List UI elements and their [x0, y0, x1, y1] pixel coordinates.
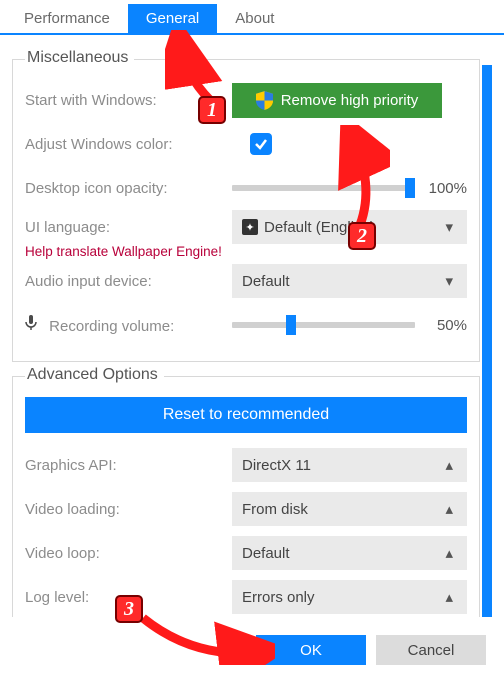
video-loading-select[interactable]: From disk ▴: [232, 492, 467, 526]
mic-icon: [25, 315, 37, 335]
caret-down-icon: ▾: [441, 272, 457, 290]
group-title-misc: Miscellaneous: [25, 49, 134, 67]
caret-up-icon: ▴: [441, 544, 457, 562]
globe-icon: ✦: [242, 219, 258, 235]
label-ui-language: UI language:: [25, 219, 232, 236]
annotation-arrow-2: [330, 125, 390, 235]
scrollbar[interactable]: [482, 65, 492, 617]
tab-performance[interactable]: Performance: [6, 4, 128, 33]
remove-priority-label: Remove high priority: [281, 92, 419, 109]
label-recording-volume: Recording volume:: [25, 315, 232, 335]
annotation-number-1: 1: [198, 96, 226, 124]
group-advanced: Advanced Options Reset to recommended Gr…: [12, 376, 480, 617]
translate-link[interactable]: Help translate Wallpaper Engine!: [25, 244, 467, 259]
remove-high-priority-button[interactable]: Remove high priority: [232, 83, 442, 118]
graphics-api-select[interactable]: DirectX 11 ▴: [232, 448, 467, 482]
video-loop-value: Default: [242, 545, 290, 562]
dialog-footer: OK Cancel: [256, 635, 486, 665]
label-desktop-opacity: Desktop icon opacity:: [25, 180, 232, 197]
label-adjust-color: Adjust Windows color:: [25, 136, 232, 153]
video-loading-value: From disk: [242, 501, 308, 518]
cancel-button[interactable]: Cancel: [376, 635, 486, 665]
volume-slider-thumb[interactable]: [286, 315, 296, 335]
graphics-api-value: DirectX 11: [242, 457, 311, 474]
content-area: Miscellaneous Start with Windows: Remove…: [0, 35, 504, 617]
label-graphics-api: Graphics API:: [25, 457, 232, 474]
volume-slider[interactable]: [232, 322, 415, 328]
annotation-arrow-3: [135, 610, 275, 665]
tab-general[interactable]: General: [128, 4, 217, 33]
opacity-value: 100%: [423, 180, 467, 197]
label-video-loading: Video loading:: [25, 501, 232, 518]
caret-up-icon: ▴: [441, 588, 457, 606]
group-title-advanced: Advanced Options: [25, 366, 164, 384]
adjust-color-checkbox[interactable]: [250, 133, 272, 155]
check-icon: [254, 137, 268, 151]
shield-icon: [256, 91, 273, 110]
audio-device-select[interactable]: Default ▾: [232, 264, 467, 298]
reset-button[interactable]: Reset to recommended: [25, 397, 467, 433]
group-miscellaneous: Miscellaneous Start with Windows: Remove…: [12, 59, 480, 362]
volume-value: 50%: [423, 317, 467, 334]
audio-device-value: Default: [242, 273, 290, 290]
opacity-slider-thumb[interactable]: [405, 178, 415, 198]
tabs-bar: Performance General About: [0, 0, 504, 35]
caret-up-icon: ▴: [441, 500, 457, 518]
log-level-select[interactable]: Errors only ▴: [232, 580, 467, 614]
recording-volume-text: Recording volume:: [49, 318, 174, 335]
tab-about[interactable]: About: [217, 4, 292, 33]
caret-up-icon: ▴: [441, 456, 457, 474]
log-level-value: Errors only: [242, 589, 315, 606]
video-loop-select[interactable]: Default ▴: [232, 536, 467, 570]
label-audio-device: Audio input device:: [25, 273, 232, 290]
label-video-loop: Video loop:: [25, 545, 232, 562]
caret-down-icon: ▾: [441, 218, 457, 236]
annotation-number-2: 2: [348, 222, 376, 250]
annotation-number-3: 3: [115, 595, 143, 623]
